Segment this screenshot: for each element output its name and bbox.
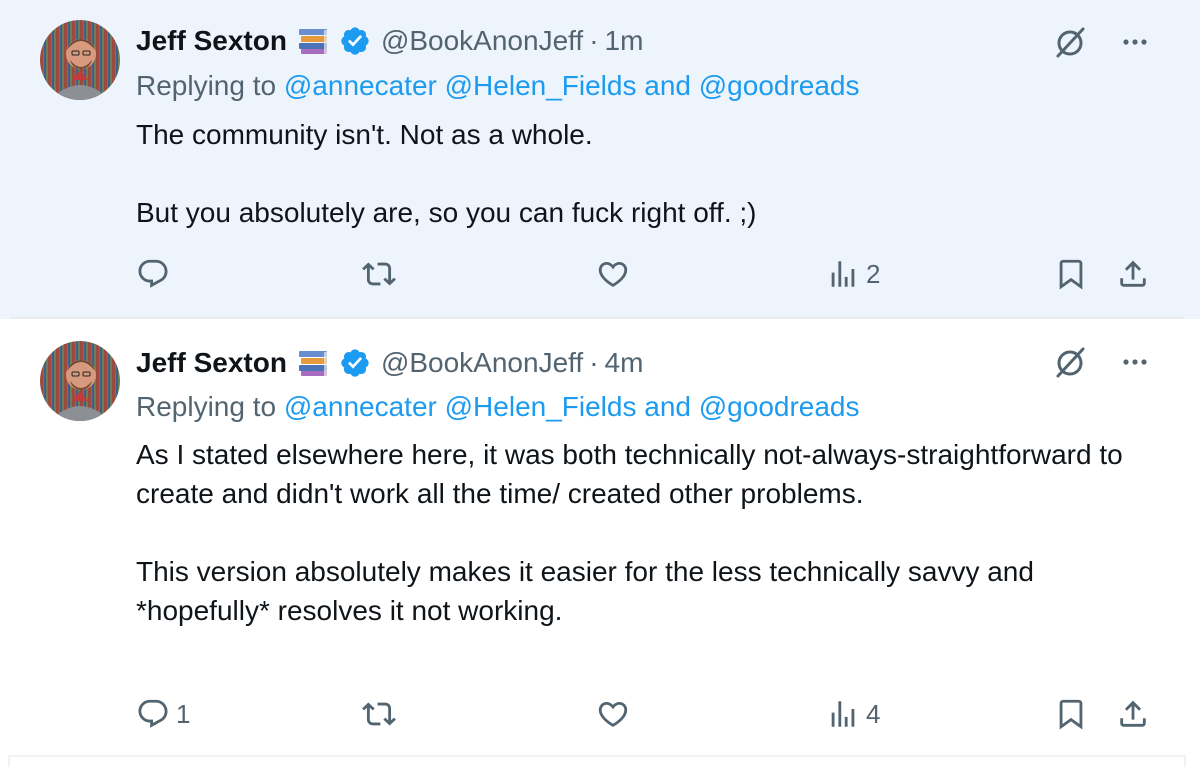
- mention-link[interactable]: @goodreads: [699, 391, 860, 422]
- retweet-button[interactable]: [362, 692, 402, 736]
- mention-link[interactable]: @Helen_Fields: [445, 70, 637, 101]
- avatar[interactable]: [40, 20, 120, 100]
- views-icon: [831, 701, 855, 727]
- conversation-feed: Jeff Sexton @BookAnonJeff · 1m Replying …: [0, 0, 1200, 767]
- tweet-divider: [10, 755, 1184, 757]
- views-icon: [831, 261, 855, 287]
- mention-and-text: and: [644, 70, 691, 101]
- timestamp[interactable]: 1m: [605, 25, 644, 57]
- books-emoji-icon: [297, 349, 331, 377]
- more-icon[interactable]: [1118, 345, 1152, 379]
- mention-link[interactable]: @annecater: [284, 70, 437, 101]
- avatar[interactable]: [40, 341, 120, 421]
- mention-link[interactable]: @annecater: [284, 391, 437, 422]
- verified-badge-icon[interactable]: [339, 347, 371, 379]
- retweet-button[interactable]: [362, 252, 402, 296]
- share-icon: [1120, 260, 1146, 287]
- grok-icon[interactable]: [1052, 24, 1088, 60]
- replying-to-line: Replying to @annecater @Helen_Fields and…: [136, 391, 860, 423]
- views-button[interactable]: 4: [826, 692, 880, 736]
- bookmark-button[interactable]: [1054, 692, 1088, 736]
- books-emoji-icon: [297, 27, 331, 55]
- tweet-top-actions: [1052, 344, 1152, 380]
- bookmark-icon: [1059, 259, 1083, 290]
- tweet-action-bar: 1 4: [0, 692, 1200, 736]
- tweet-paragraph: This version absolutely makes it easier …: [136, 556, 1034, 626]
- grok-icon[interactable]: [1052, 344, 1088, 380]
- view-count: 2: [866, 258, 881, 289]
- separator-dot: ·: [589, 25, 599, 56]
- view-count: 4: [866, 698, 881, 729]
- tweet-top-actions: [1052, 24, 1152, 60]
- mention-link[interactable]: @goodreads: [699, 70, 860, 101]
- tweet-paragraph: But you absolutely are, so you can fuck …: [136, 197, 757, 228]
- verified-badge-icon[interactable]: [339, 25, 371, 57]
- mention-link[interactable]: @Helen_Fields: [445, 391, 637, 422]
- tweet-header: Jeff Sexton @BookAnonJeff · 4m: [136, 343, 643, 383]
- reply-button[interactable]: [136, 252, 176, 296]
- like-button[interactable]: [596, 252, 636, 296]
- tweet[interactable]: Jeff Sexton @BookAnonJeff · 1m Replying …: [0, 0, 1200, 319]
- reply-count: 1: [176, 698, 191, 729]
- reply-icon: [138, 259, 168, 288]
- reply-button[interactable]: 1: [136, 692, 190, 736]
- share-icon: [1120, 700, 1146, 727]
- tweet-text: As I stated elsewhere here, it was both …: [136, 435, 1146, 630]
- share-button[interactable]: [1116, 252, 1150, 296]
- replying-prefix: Replying to: [136, 70, 277, 101]
- retweet-icon: [362, 702, 396, 726]
- retweet-icon: [362, 262, 396, 286]
- mention-and-text: and: [644, 391, 691, 422]
- replying-to-line: Replying to @annecater @Helen_Fields and…: [136, 70, 860, 102]
- tweet-text: The community isn't. Not as a whole. But…: [136, 115, 1146, 232]
- author-handle[interactable]: @BookAnonJeff: [381, 347, 583, 379]
- bookmark-button[interactable]: [1054, 252, 1088, 296]
- share-button[interactable]: [1116, 692, 1150, 736]
- author-name[interactable]: Jeff Sexton: [136, 347, 287, 379]
- tweet-paragraph: As I stated elsewhere here, it was both …: [136, 439, 1123, 509]
- bookmark-icon: [1059, 699, 1083, 730]
- like-icon: [598, 261, 628, 287]
- views-button[interactable]: 2: [826, 252, 880, 296]
- more-icon[interactable]: [1118, 25, 1152, 59]
- timestamp[interactable]: 4m: [605, 347, 644, 379]
- replying-prefix: Replying to: [136, 391, 277, 422]
- reply-icon: [138, 699, 168, 728]
- tweet-header: Jeff Sexton @BookAnonJeff · 1m: [136, 21, 643, 61]
- tweet-action-bar: 2: [0, 252, 1200, 296]
- author-name[interactable]: Jeff Sexton: [136, 25, 287, 57]
- like-icon: [598, 701, 628, 727]
- separator-dot: ·: [589, 347, 599, 378]
- tweet-paragraph: The community isn't. Not as a whole.: [136, 119, 593, 150]
- tweet[interactable]: Jeff Sexton @BookAnonJeff · 4m Replying …: [0, 319, 1200, 755]
- author-handle[interactable]: @BookAnonJeff: [381, 25, 583, 57]
- like-button[interactable]: [596, 692, 636, 736]
